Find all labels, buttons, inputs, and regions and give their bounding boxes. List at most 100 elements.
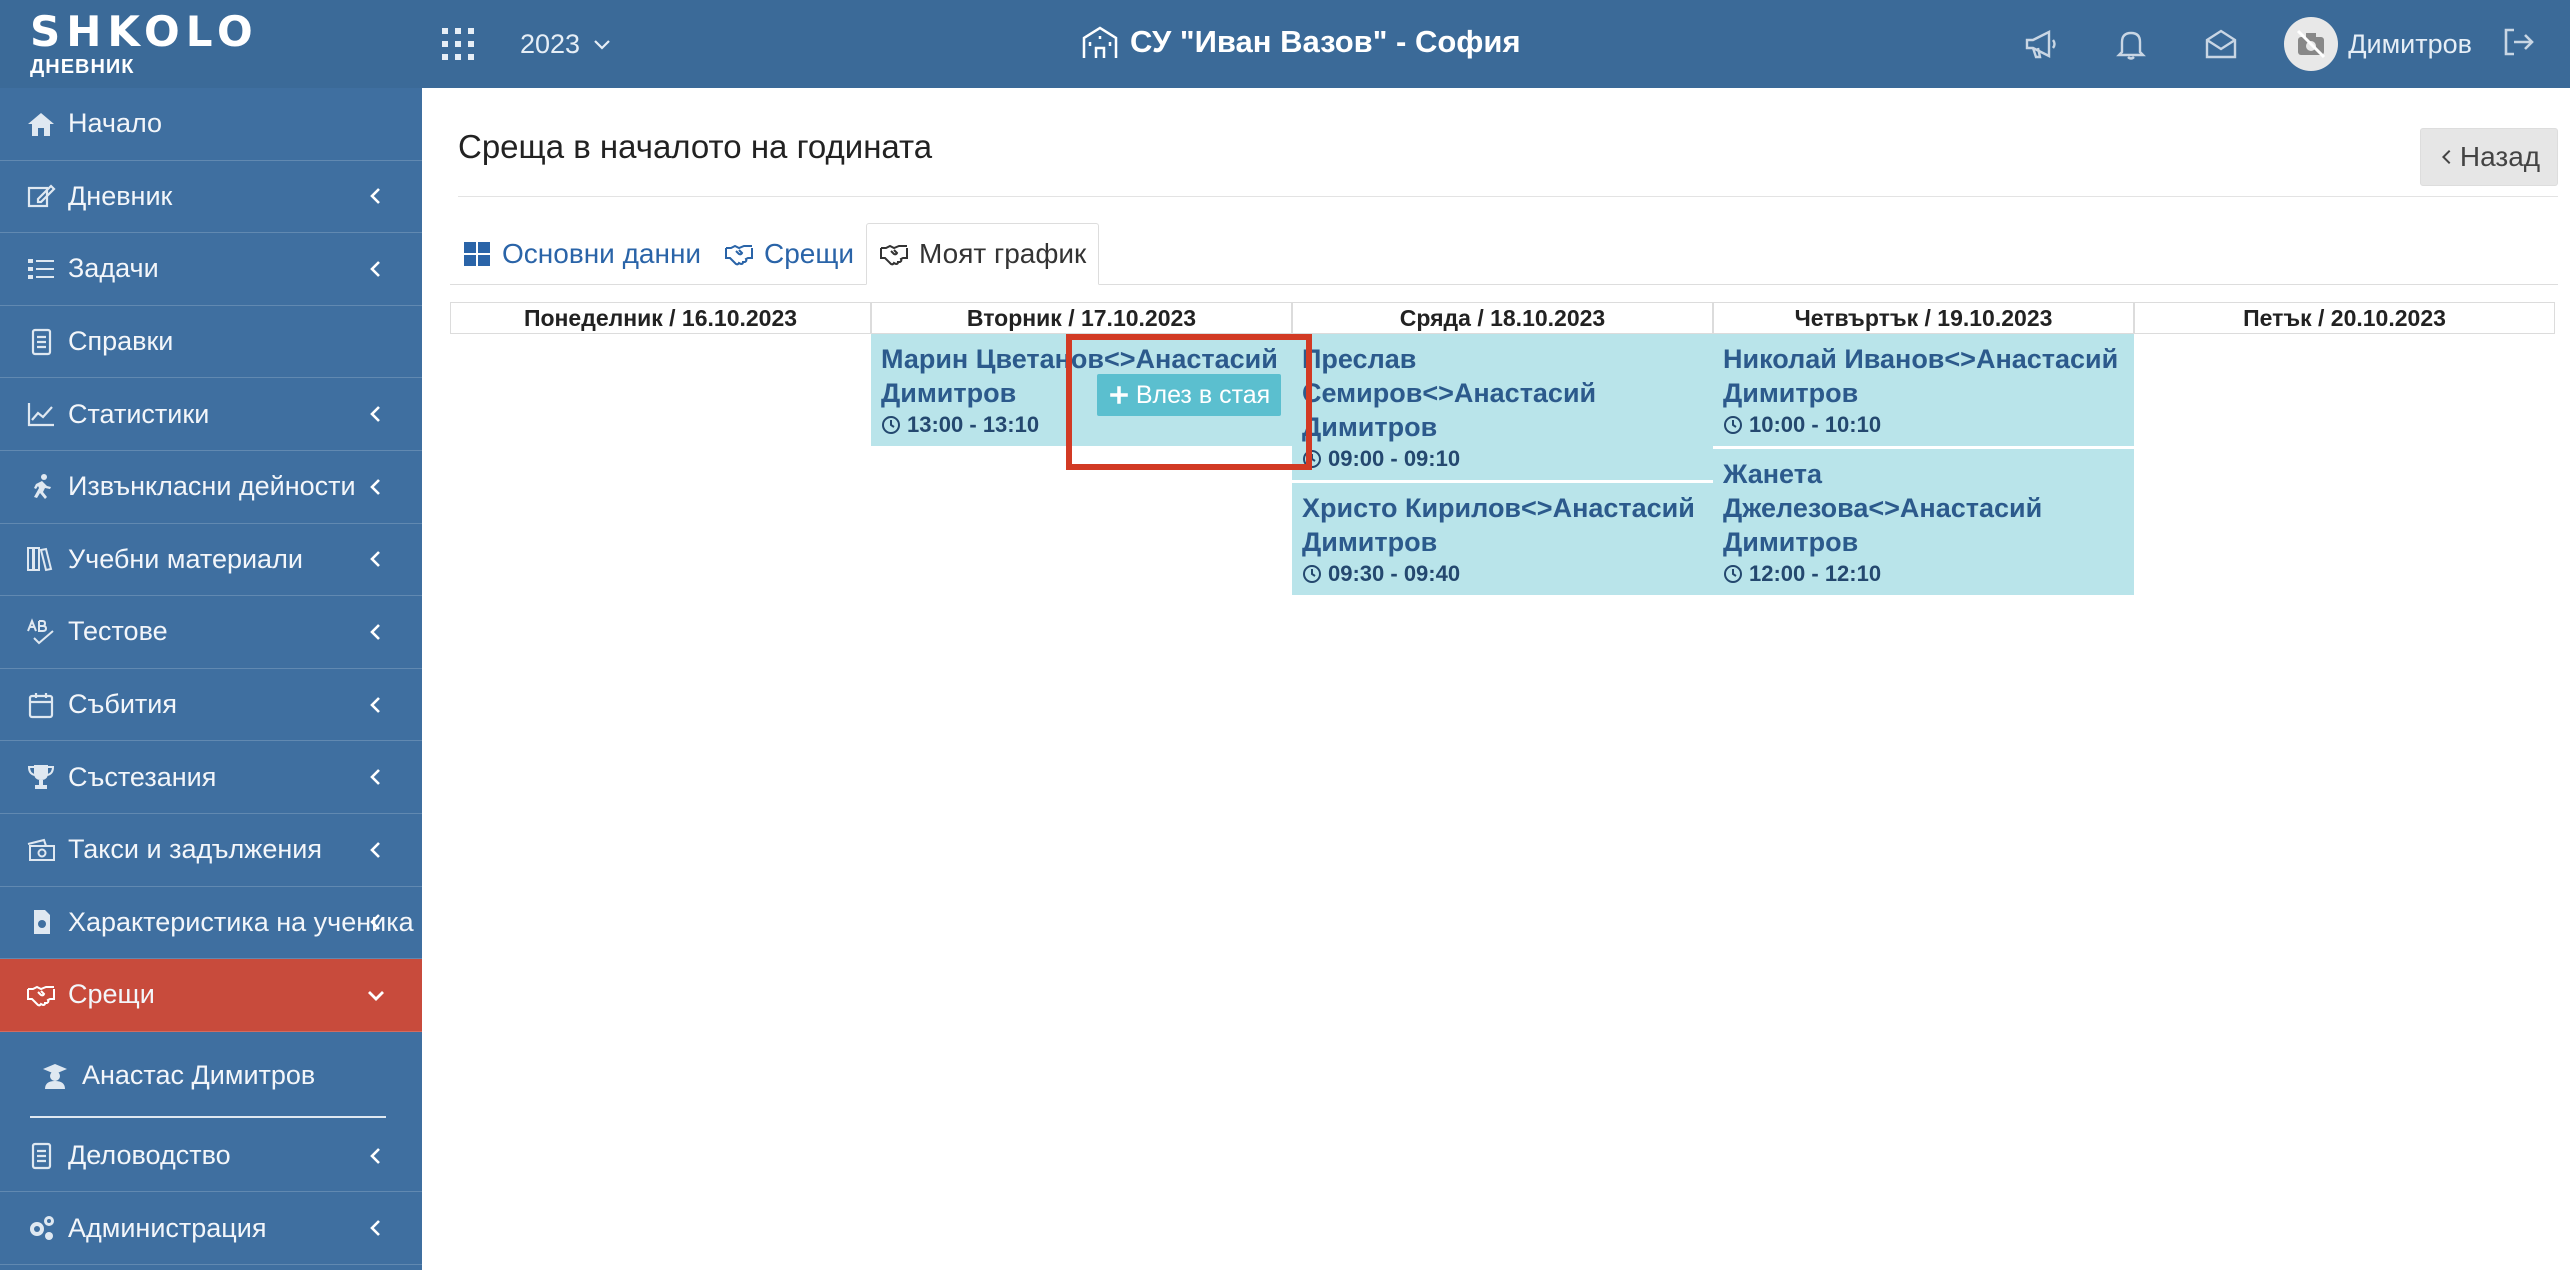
student-icon <box>40 1061 70 1091</box>
sidebar-item-competitions[interactable]: Състезания <box>0 741 422 814</box>
sidebar-item-characteristics[interactable]: Характеристика на ученика <box>0 887 422 960</box>
sidebar-item-statistics[interactable]: Статистики <box>0 378 422 451</box>
sidebar-item-tasks[interactable]: Задачи <box>0 233 422 306</box>
meeting-time-text: 13:00 - 13:10 <box>907 412 1040 437</box>
sidebar-item-label: Справки <box>68 326 174 357</box>
sidebar-item-label: Срещи <box>68 979 155 1010</box>
chevron-left-icon <box>370 1147 380 1164</box>
sidebar-item-administration[interactable]: Администрация <box>0 1192 422 1265</box>
meeting-time-text: 12:00 - 12:10 <box>1749 561 1882 586</box>
clock-icon <box>1724 416 1742 434</box>
meeting-slot[interactable]: Христо Кирилов<>Анастасий Димитров 09:30… <box>1292 483 1713 598</box>
home-icon <box>24 109 58 139</box>
chevron-left-icon <box>370 188 380 205</box>
handshake-icon <box>24 980 58 1010</box>
tab-basic-data[interactable]: Основни данни <box>450 223 713 285</box>
sidebar-subitem-child[interactable]: Анастас Димитров <box>0 1032 422 1120</box>
chevron-left-icon <box>370 624 380 640</box>
clock-icon <box>1303 450 1321 468</box>
divider <box>458 196 2558 197</box>
sidebar-item-reports[interactable]: Справки <box>0 306 422 379</box>
school-icon <box>1082 26 1118 58</box>
meeting-slot[interactable]: Николай Иванов<>Анастасий Димитров 10:00… <box>1713 334 2134 449</box>
chevron-left-icon <box>2441 149 2451 165</box>
year-select[interactable]: 2023 <box>520 24 612 64</box>
sidebar-item-label: Начало <box>68 108 163 139</box>
spellcheck-icon <box>24 617 58 647</box>
user-menu[interactable]: Димитров <box>2284 17 2472 71</box>
sidebar-item-extracurricular[interactable]: Извънкласни дейности <box>0 451 422 524</box>
sidebar-item-label: Дневник <box>68 180 173 211</box>
sidebar-item-label: Учебни материали <box>68 543 303 574</box>
chevron-left-icon <box>370 841 380 858</box>
document-icon <box>24 327 58 357</box>
sidebar-item-label: Събития <box>68 689 177 720</box>
active-underline <box>30 1115 386 1118</box>
envelope-open-icon[interactable] <box>2199 22 2243 66</box>
apps-grid-icon[interactable] <box>440 26 476 62</box>
camera-off-icon <box>2297 29 2326 59</box>
meeting-time: 12:00 - 12:10 <box>1723 561 2124 587</box>
sidebar-item-tests[interactable]: Тестове <box>0 596 422 669</box>
handshake-icon <box>725 244 753 266</box>
logout-icon[interactable] <box>2500 24 2540 64</box>
sidebar-item-label: Такси и задължения <box>68 834 322 865</box>
sidebar-item-label: Задачи <box>68 253 159 284</box>
megaphone-icon[interactable] <box>2019 22 2063 66</box>
trophy-icon <box>24 762 58 792</box>
day-header: Четвъртък / 19.10.2023 <box>1713 302 2134 334</box>
tab-my-schedule[interactable]: Моят график <box>866 223 1100 285</box>
tab-label: Срещи <box>764 238 855 269</box>
books-icon <box>24 544 58 574</box>
school-name: СУ "Иван Вазов" - София <box>1130 24 1521 59</box>
edit-icon <box>24 181 58 211</box>
top-bar: SHKOLO ДНЕВНИК 2023 СУ "Иван Вазов" - Со… <box>0 0 2570 88</box>
plus-icon <box>1110 386 1128 404</box>
meeting-slot[interactable]: Преслав Семиров<>Анастасий Димитров 09:0… <box>1292 334 1713 483</box>
back-button[interactable]: Назад <box>2420 128 2558 186</box>
sidebar-item-events[interactable]: Събития <box>0 669 422 742</box>
meeting-title: Николай Иванов<>Анастасий Димитров <box>1723 344 2119 408</box>
bell-icon[interactable] <box>2109 22 2153 66</box>
back-label: Назад <box>2459 141 2541 172</box>
chevron-left-icon <box>370 914 380 931</box>
sidebar-item-records[interactable]: Деловодство <box>0 1120 422 1193</box>
meeting-time: 10:00 - 10:10 <box>1723 412 2124 438</box>
day-header: Понеделник / 16.10.2023 <box>450 302 871 334</box>
meeting-time-text: 09:30 - 09:40 <box>1328 561 1461 586</box>
gears-icon <box>24 1213 58 1243</box>
meeting-time-text: 09:00 - 09:10 <box>1328 446 1461 471</box>
school-title: СУ "Иван Вазов" - София <box>1080 20 1521 64</box>
chevron-down-icon <box>594 40 610 50</box>
calendar-icon <box>24 690 58 720</box>
meeting-slot[interactable]: Жанета Джелезова<>Анастасий Димитров 12:… <box>1713 449 2134 598</box>
avatar <box>2284 17 2339 71</box>
runner-icon <box>24 472 58 502</box>
sidebar-item-diary[interactable]: Дневник <box>0 161 422 234</box>
sidebar-item-label: Администрация <box>68 1212 267 1243</box>
year-value: 2023 <box>520 28 581 59</box>
grid-icon <box>464 242 490 266</box>
sidebar-item-meetings[interactable]: Срещи <box>0 959 422 1032</box>
file-icon <box>24 907 58 937</box>
chevron-left-icon <box>370 696 380 713</box>
user-name: Димитров <box>2348 28 2472 59</box>
day-column: Петък / 20.10.2023 <box>2134 302 2555 334</box>
handshake-icon <box>880 244 908 266</box>
sidebar-item-home[interactable]: Начало <box>0 88 422 161</box>
clock-icon <box>1303 565 1321 583</box>
sidebar-item-fees[interactable]: Такси и задължения <box>0 814 422 887</box>
tab-meetings[interactable]: Срещи <box>712 223 866 285</box>
chevron-left-icon <box>370 1220 380 1237</box>
money-icon <box>24 835 58 865</box>
sidebar-item-label: Деловодство <box>68 1140 231 1171</box>
sidebar-item-label: Извънкласни дейности <box>68 471 356 502</box>
day-column: Сряда / 18.10.2023 Преслав Семиров<>Анас… <box>1292 302 1713 598</box>
join-room-button[interactable]: Влез в стая <box>1097 374 1281 416</box>
chevron-left-icon <box>370 406 380 423</box>
sidebar-item-materials[interactable]: Учебни материали <box>0 524 422 597</box>
chevron-down-icon <box>368 990 384 1001</box>
logo[interactable]: SHKOLO ДНЕВНИК <box>30 10 350 80</box>
meeting-time: 09:00 - 09:10 <box>1302 446 1703 472</box>
sidebar-subitem-label: Анастас Димитров <box>82 1060 316 1091</box>
